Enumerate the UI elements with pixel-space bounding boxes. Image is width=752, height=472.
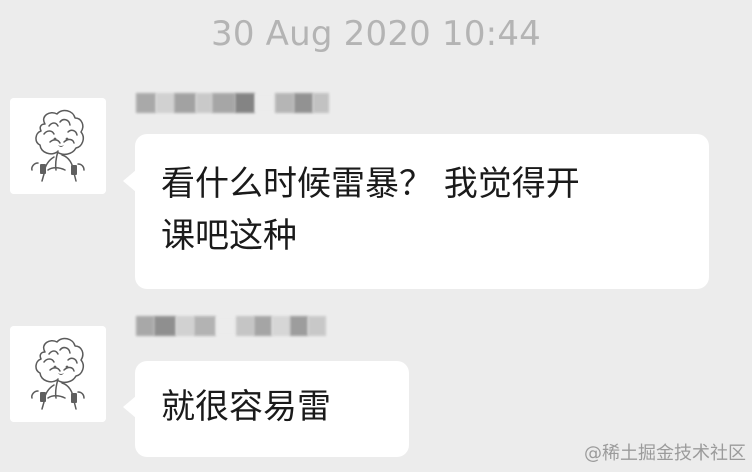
name-blur-segment xyxy=(194,316,216,336)
watermark: @稀土掘金技术社区 xyxy=(584,443,746,464)
name-blur-segment xyxy=(308,316,326,336)
name-blur-segment xyxy=(294,93,313,113)
name-blur-segment xyxy=(176,316,194,336)
message-bubble[interactable]: 就很容易雷 xyxy=(123,361,409,457)
name-blur-segment xyxy=(235,93,255,113)
name-blur-segment xyxy=(254,316,272,336)
name-blur-segment xyxy=(196,93,212,113)
sender-avatar[interactable] xyxy=(10,98,106,194)
name-blur-segment xyxy=(136,316,154,336)
sender-name-redacted xyxy=(136,91,329,115)
sender-avatar[interactable] xyxy=(10,326,106,422)
name-blur-segment xyxy=(272,316,290,336)
name-blur-segment xyxy=(136,93,156,113)
name-blur-segment xyxy=(236,316,254,336)
sender-name-redacted xyxy=(136,314,326,338)
chat-screen: 30 Aug 2020 10:44 看什么时候雷暴？ 我觉得开 课吧这种 就很容… xyxy=(0,0,752,472)
name-blur-segment xyxy=(212,93,235,113)
name-blur-segment xyxy=(156,93,174,113)
message-text: 就很容易雷 xyxy=(161,387,331,427)
name-blur-gap xyxy=(216,316,236,336)
message-bubble[interactable]: 看什么时候雷暴？ 我觉得开 课吧这种 xyxy=(123,134,709,289)
name-blur-segment xyxy=(174,93,196,113)
name-blur-segment xyxy=(154,316,176,336)
name-blur-segment xyxy=(313,93,329,113)
message-text: 看什么时候雷暴？ 我觉得开 课吧这种 xyxy=(161,164,580,256)
sketch-avatar-icon xyxy=(10,98,106,194)
name-blur-segment xyxy=(290,316,308,336)
sketch-avatar-icon xyxy=(10,326,106,422)
name-blur-gap xyxy=(255,93,275,113)
message-timestamp: 30 Aug 2020 10:44 xyxy=(211,14,541,54)
name-blur-segment xyxy=(275,93,294,113)
